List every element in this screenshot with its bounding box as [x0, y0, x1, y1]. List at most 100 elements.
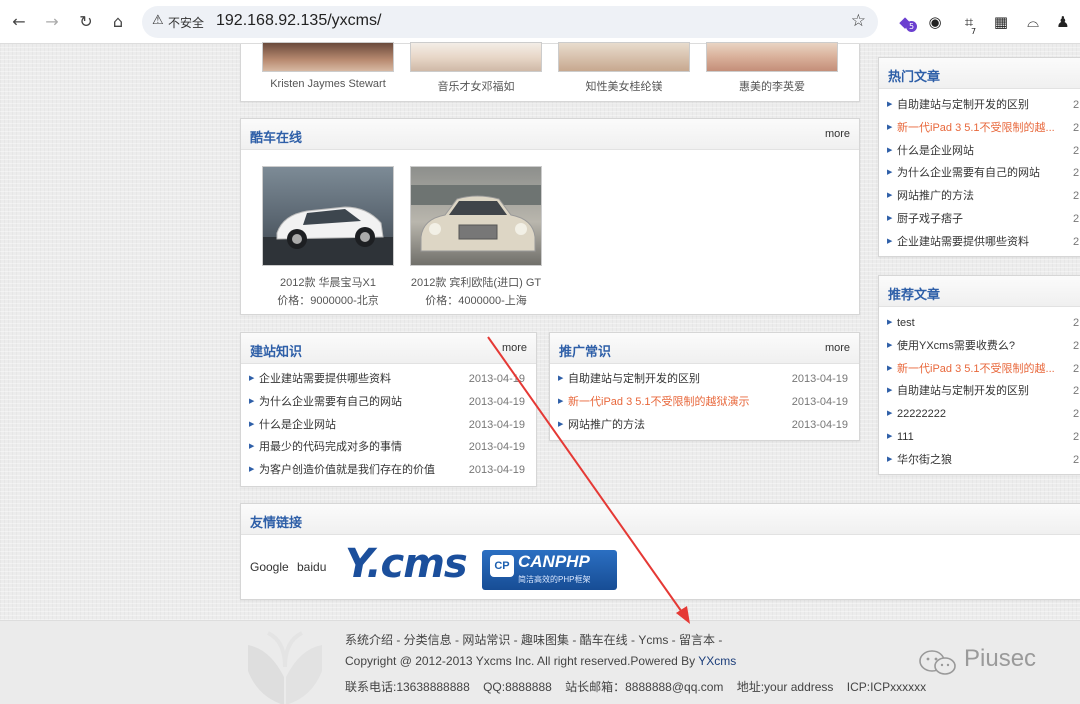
bullet-icon: ▶: [887, 192, 893, 200]
article-date: 2: [1073, 235, 1080, 248]
article-title[interactable]: 为什么企业需要有自己的网站: [897, 167, 1040, 179]
browser-toolbar: ← → ↻ ⌂ ⚠ 不安全 192.168.92.135/yxcms/ ☆ ◆ 5…: [0, 0, 1080, 44]
bullet-icon: ▶: [887, 237, 893, 245]
list-item[interactable]: ▶ 自助建站与定制开发的区别 2013-04-19: [550, 368, 859, 391]
article-title[interactable]: 厨子戏子痞子: [897, 213, 963, 225]
car-photo-bentley[interactable]: [410, 166, 542, 266]
list-item[interactable]: ▶ 网站推广的方法 2: [879, 185, 1080, 208]
panel-title[interactable]: 推荐文章: [888, 284, 940, 303]
address-bar[interactable]: ⚠ 不安全 192.168.92.135/yxcms/ ☆: [142, 6, 878, 38]
article-title[interactable]: 自助建站与定制开发的区别: [897, 99, 1029, 111]
friend-link-google[interactable]: Google: [250, 560, 289, 574]
extension-badge: 5: [906, 21, 918, 32]
list-item[interactable]: ▶ 新一代iPad 3 5.1不受限制的越... 2: [879, 117, 1080, 140]
footer-contact: 联系电话:13638888888 QQ:8888888 站长邮箱：8888888…: [345, 680, 927, 694]
canphp-logo[interactable]: CP CANPHP 简洁高效的PHP框架: [482, 550, 617, 590]
canphp-logo-text: CANPHP: [518, 552, 590, 571]
panel-title[interactable]: 推广常识: [559, 341, 611, 360]
article-title[interactable]: 自助建站与定制开发的区别: [568, 373, 700, 385]
article-title[interactable]: test: [897, 317, 915, 329]
article-title[interactable]: 新一代iPad 3 5.1不受限制的越...: [897, 363, 1055, 375]
list-item[interactable]: ▶ 厨子戏子痞子 2: [879, 208, 1080, 231]
list-item[interactable]: ▶ 华尔街之狼 2: [879, 449, 1080, 472]
gallery-photo[interactable]: [706, 42, 838, 72]
ycms-logo[interactable]: Y.cms: [345, 541, 468, 591]
extension-puzzle-icon[interactable]: ◆ 5: [895, 12, 918, 32]
bullet-icon: ▶: [558, 420, 564, 428]
bullet-icon: ▶: [887, 319, 893, 326]
panel-title[interactable]: 酷车在线: [250, 127, 302, 146]
article-title[interactable]: 用最少的代码完成对多的事情: [259, 441, 402, 453]
article-title[interactable]: 新一代iPad 3 5.1不受限制的越狱演示: [568, 396, 750, 408]
article-title[interactable]: 为客户创造价值就是我们存在的价值: [259, 464, 435, 476]
home-icon[interactable]: ⌂: [107, 11, 129, 33]
panel-title[interactable]: 友情链接: [250, 512, 302, 531]
article-title[interactable]: 使用YXcms需要收费么?: [897, 340, 1015, 352]
gallery-photo[interactable]: [262, 42, 394, 72]
footer-copyright: Copyright @ 2012-2013 Yxcms Inc. All rig…: [345, 654, 736, 668]
friend-link-baidu[interactable]: baidu: [297, 560, 326, 574]
piusec-watermark: Piusec: [918, 645, 1058, 677]
forward-arrow-icon[interactable]: →: [41, 11, 63, 33]
article-title[interactable]: 为什么企业需要有自己的网站: [259, 396, 402, 408]
list-item[interactable]: ▶ 企业建站需要提供哪些资料 2013-04-19: [241, 368, 536, 391]
article-title[interactable]: 新一代iPad 3 5.1不受限制的越...: [897, 122, 1055, 134]
url-text[interactable]: 192.168.92.135/yxcms/: [216, 12, 381, 30]
article-title[interactable]: 什么是企业网站: [259, 419, 336, 431]
panel-title[interactable]: 热门文章: [888, 66, 940, 85]
extension-hat-icon[interactable]: ⌓: [1023, 12, 1043, 32]
more-link[interactable]: more: [825, 128, 850, 140]
gallery-photo[interactable]: [558, 42, 690, 72]
reload-icon[interactable]: ↻: [75, 11, 97, 33]
list-item[interactable]: ▶ 新一代iPad 3 5.1不受限制的越... 2: [879, 358, 1080, 381]
article-title[interactable]: 什么是企业网站: [897, 145, 974, 157]
warning-triangle-icon[interactable]: ⚠: [152, 13, 164, 28]
list-item[interactable]: ▶ 什么是企业网站 2: [879, 140, 1080, 163]
extension-circle-icon[interactable]: ◉: [925, 12, 945, 32]
panel-title[interactable]: 建站知识: [250, 341, 302, 360]
more-link[interactable]: more: [502, 342, 527, 354]
article-title[interactable]: 自助建站与定制开发的区别: [897, 385, 1029, 397]
article-date: 2013-04-19: [468, 395, 525, 408]
more-link[interactable]: more: [825, 342, 850, 354]
car-name[interactable]: 2012款 宾利欧陆(进口) GT: [386, 274, 566, 290]
list-item[interactable]: ▶ 自助建站与定制开发的区别 2: [879, 380, 1080, 403]
list-item[interactable]: ▶ 什么是企业网站 2013-04-19: [241, 414, 536, 437]
list-item[interactable]: ▶ 使用YXcms需要收费么? 2: [879, 335, 1080, 358]
article-title[interactable]: 企业建站需要提供哪些资料: [259, 373, 391, 385]
list-item[interactable]: ▶ 为什么企业需要有自己的网站 2013-04-19: [241, 391, 536, 414]
list-item[interactable]: ▶ 为客户创造价值就是我们存在的价值 2013-04-19: [241, 459, 536, 482]
list-item[interactable]: ▶ 网站推广的方法 2013-04-19: [550, 414, 859, 437]
list-item[interactable]: ▶ 22222222 2: [879, 403, 1080, 426]
bullet-icon: ▶: [887, 101, 893, 108]
list-item[interactable]: ▶ 111 2: [879, 426, 1080, 449]
article-title[interactable]: 华尔街之狼: [897, 454, 952, 466]
footer-nav[interactable]: 系统介绍 - 分类信息 - 网站常识 - 趣味图集 - 酷车在线 - Ycms …: [345, 631, 722, 648]
list-item[interactable]: ▶ 自助建站与定制开发的区别 2: [879, 94, 1080, 117]
list-item[interactable]: ▶ 用最少的代码完成对多的事情 2013-04-19: [241, 436, 536, 459]
bookmark-star-icon[interactable]: ☆: [851, 11, 866, 31]
security-label[interactable]: 不安全: [168, 14, 204, 31]
article-title[interactable]: 111: [897, 431, 914, 443]
car-photo-bmw[interactable]: [262, 166, 394, 266]
article-date: 2013-04-19: [468, 373, 525, 385]
list-item[interactable]: ▶ 为什么企业需要有自己的网站 2: [879, 162, 1080, 185]
bullet-icon: ▶: [887, 146, 893, 154]
article-date: 2013-04-19: [791, 373, 848, 385]
extension-screenshot-icon[interactable]: ⌗ 7: [959, 12, 979, 36]
list-item[interactable]: ▶ test 2: [879, 312, 1080, 335]
article-title[interactable]: 网站推广的方法: [568, 419, 645, 431]
bullet-icon: ▶: [887, 364, 893, 372]
gallery-photo[interactable]: [410, 42, 542, 72]
article-title[interactable]: 企业建站需要提供哪些资料: [897, 236, 1029, 248]
gallery-caption[interactable]: 惠美的李英爱: [682, 78, 862, 94]
extension-grid-icon[interactable]: ▦: [991, 12, 1011, 32]
list-item[interactable]: ▶ 新一代iPad 3 5.1不受限制的越狱演示 2013-04-19: [550, 391, 859, 414]
powered-by-link[interactable]: YXcms: [698, 654, 736, 668]
article-title[interactable]: 网站推广的方法: [897, 190, 974, 202]
bullet-icon: ▶: [887, 432, 893, 440]
back-arrow-icon[interactable]: ←: [8, 11, 30, 33]
article-title[interactable]: 22222222: [897, 408, 946, 420]
extension-profile-icon[interactable]: ♟: [1053, 12, 1073, 32]
list-item[interactable]: ▶ 企业建站需要提供哪些资料 2: [879, 231, 1080, 254]
